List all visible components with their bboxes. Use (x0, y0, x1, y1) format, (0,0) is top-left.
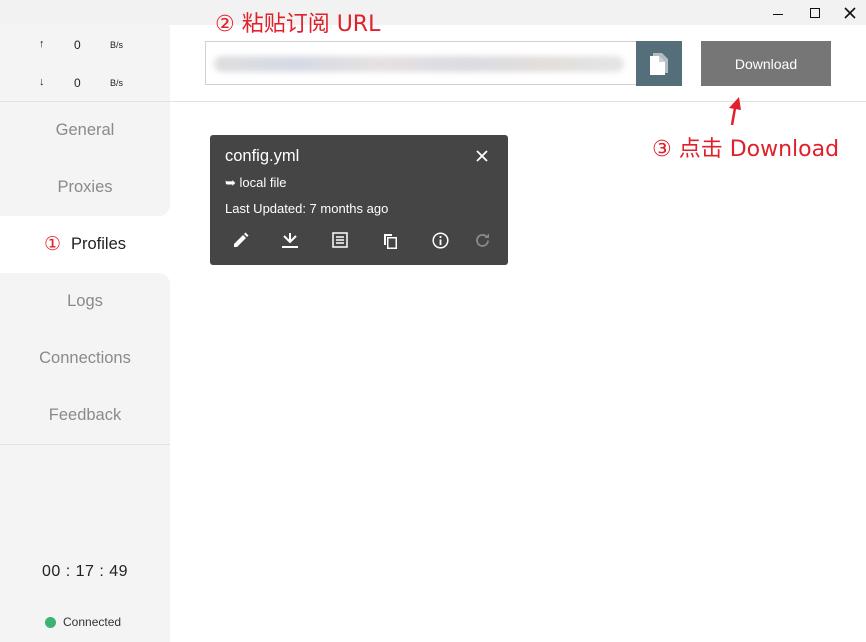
maximize-button[interactable] (797, 0, 833, 25)
edit-button[interactable] (229, 228, 251, 252)
connection-status: Connected (45, 615, 121, 629)
minimize-icon (773, 13, 783, 16)
list-icon (332, 232, 348, 248)
title-bar (0, 0, 866, 25)
sidebar: ↑ 0 B/s ↓ 0 B/s General Proxies ① Profil… (0, 25, 170, 642)
connection-status-label: Connected (63, 615, 122, 629)
view-button[interactable] (329, 228, 351, 252)
download-value: 0 (74, 76, 81, 90)
sidebar-item-profiles[interactable]: ① Profiles (0, 204, 170, 285)
sidebar-item-general[interactable]: General (0, 102, 170, 159)
upload-value: 0 (74, 38, 81, 52)
upload-speed: ↑ 0 B/s (0, 38, 170, 54)
upload-arrow-icon: ↑ (39, 38, 45, 50)
download-arrow-icon: ↓ (39, 76, 45, 88)
download-button[interactable]: Download (701, 41, 831, 86)
sidebar-item-label: Profiles (71, 235, 127, 253)
annotation-step3: ③ 点击 Download (652, 137, 840, 162)
info-button[interactable] (429, 228, 451, 252)
profile-name: config.yml (225, 147, 300, 165)
traffic-panel: ↑ 0 B/s ↓ 0 B/s (0, 25, 170, 102)
sidebar-nav: General Proxies ① Profiles Logs Connecti… (0, 102, 170, 444)
step1-marker: ① (43, 234, 61, 255)
delete-profile-button[interactable] (472, 146, 492, 166)
refresh-button[interactable] (471, 228, 493, 252)
sidebar-item-label: Connections (39, 349, 131, 367)
minimize-button[interactable] (760, 0, 796, 25)
sidebar-item-proxies[interactable]: Proxies (0, 159, 170, 216)
paste-icon (650, 52, 668, 75)
sidebar-item-feedback[interactable]: Feedback (0, 387, 170, 444)
sidebar-item-logs[interactable]: Logs (0, 273, 170, 330)
download-update-icon (282, 232, 298, 248)
status-dot-icon (45, 616, 56, 628)
sidebar-item-connections[interactable]: Connections (0, 330, 170, 387)
sidebar-divider (0, 444, 170, 445)
annotation-arrow-icon (729, 97, 741, 126)
close-icon (476, 150, 488, 162)
profile-last-updated: Last Updated: 7 months ago (225, 201, 389, 216)
edit-icon (233, 232, 248, 247)
update-button[interactable] (279, 228, 301, 252)
blurred-url-text (214, 56, 624, 72)
upload-unit: B/s (110, 40, 124, 50)
copy-icon (384, 233, 397, 249)
sidebar-item-label: General (55, 121, 115, 139)
refresh-icon (475, 233, 489, 247)
close-window-button[interactable] (832, 0, 866, 25)
sidebar-item-label: Proxies (57, 178, 113, 196)
copy-button[interactable] (379, 228, 401, 252)
info-icon (431, 231, 449, 249)
annotation-step2: ② 粘贴订阅 URL (215, 12, 381, 37)
uptime-timer: 00 : 17 : 49 (41, 563, 129, 580)
sidebar-item-label: Feedback (48, 406, 122, 424)
download-speed: ↓ 0 B/s (0, 76, 170, 92)
profile-actions (210, 228, 508, 252)
close-icon (844, 6, 856, 19)
profile-card[interactable]: config.yml ➥ local file Last Updated: 7 … (210, 135, 508, 265)
header-divider (170, 101, 866, 102)
download-unit: B/s (110, 78, 124, 88)
sidebar-item-label: Logs (67, 292, 103, 310)
profile-type: ➥ local file (225, 175, 287, 190)
paste-button[interactable] (636, 41, 682, 86)
maximize-icon (810, 7, 820, 18)
